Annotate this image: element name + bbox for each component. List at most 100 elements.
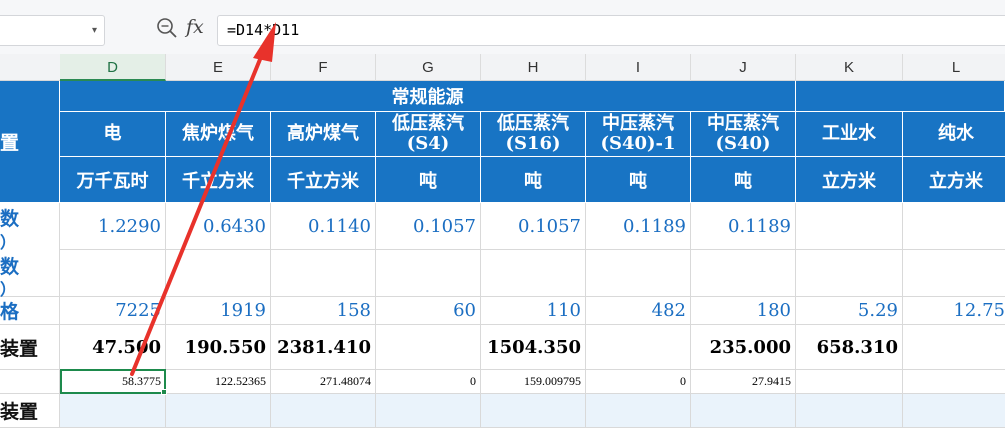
column-header-g[interactable]: G <box>376 54 481 81</box>
header-name-g: 低压蒸汽 (S4) <box>376 112 481 157</box>
empty-cell-i[interactable] <box>586 394 691 428</box>
header-name-line: (S4) <box>406 133 450 154</box>
column-header-k[interactable]: K <box>796 54 903 81</box>
header-name-line: (S16) <box>505 133 561 154</box>
fx-icon[interactable]: fx <box>186 16 204 38</box>
empty-cell-d[interactable] <box>60 394 166 428</box>
header-name-line: (S40) <box>715 133 771 154</box>
price-cell-d[interactable]: 7225 <box>60 297 166 325</box>
row-label-factor-2b: ） <box>0 280 17 299</box>
price-cell-h[interactable]: 110 <box>481 297 586 325</box>
quantity-cell-f[interactable]: 2381.410 <box>271 325 376 370</box>
empty-cell-f[interactable] <box>271 250 376 297</box>
price-cell-l[interactable]: 12.75 <box>903 297 1005 325</box>
formula-input[interactable]: =D14*D11 <box>217 15 1005 46</box>
result-cell-f[interactable]: 271.48074 <box>271 370 376 394</box>
price-cell-f[interactable]: 158 <box>271 297 376 325</box>
price-cell-e[interactable]: 1919 <box>166 297 271 325</box>
quantity-cell-g[interactable] <box>376 325 481 370</box>
factor-cell-h[interactable]: 0.1057 <box>481 203 586 250</box>
empty-cell-l[interactable] <box>903 394 1005 428</box>
row-label-device-qty: 装置 <box>0 325 60 370</box>
empty-cell-k[interactable] <box>796 250 903 297</box>
empty-cell-k[interactable] <box>796 394 903 428</box>
empty-cell-f[interactable] <box>271 394 376 428</box>
row-label-empty <box>0 370 60 394</box>
factor-cell-k[interactable] <box>796 203 903 250</box>
result-cell-e[interactable]: 122.52365 <box>166 370 271 394</box>
quantity-cell-j[interactable]: 235.000 <box>691 325 796 370</box>
factor-cell-j[interactable]: 0.1189 <box>691 203 796 250</box>
header-name-line: 中压蒸汽 <box>602 113 674 134</box>
quantity-cell-i[interactable] <box>586 325 691 370</box>
fill-handle[interactable] <box>161 389 167 395</box>
column-header-l[interactable]: L <box>903 54 1005 81</box>
factor-cell-g[interactable]: 0.1057 <box>376 203 481 250</box>
empty-cell-d[interactable] <box>60 250 166 297</box>
empty-cell-h[interactable] <box>481 250 586 297</box>
column-header-h[interactable]: H <box>481 54 586 81</box>
header-unit-e: 千立方米 <box>166 157 271 203</box>
price-cell-j[interactable]: 180 <box>691 297 796 325</box>
column-header-e[interactable]: E <box>166 54 271 81</box>
column-header-d[interactable]: D <box>60 54 166 81</box>
result-cell-g[interactable]: 0 <box>376 370 481 394</box>
header-unit-g: 吨 <box>376 157 481 203</box>
header-name-h: 低压蒸汽 (S16) <box>481 112 586 157</box>
result-cell-i[interactable]: 0 <box>586 370 691 394</box>
factor-cell-f[interactable]: 0.1140 <box>271 203 376 250</box>
factor-cell-i[interactable]: 0.1189 <box>586 203 691 250</box>
header-unit-l: 立方米 <box>903 157 1005 203</box>
row-label-device-2: 装置 <box>0 394 60 428</box>
empty-cell-e[interactable] <box>166 250 271 297</box>
empty-cell-h[interactable] <box>481 394 586 428</box>
header-name-line: 低压蒸汽 <box>392 113 464 134</box>
quantity-cell-k[interactable]: 658.310 <box>796 325 903 370</box>
factor-cell-l[interactable] <box>903 203 1005 250</box>
header-name-line: 工业水 <box>822 123 876 144</box>
price-cell-g[interactable]: 60 <box>376 297 481 325</box>
chevron-down-icon[interactable]: ▾ <box>92 25 97 36</box>
row-label-factor-1: 数 <box>0 208 20 230</box>
header-unit-j: 吨 <box>691 157 796 203</box>
result-cell-h[interactable]: 159.009795 <box>481 370 586 394</box>
header-name-j: 中压蒸汽 (S40) <box>691 112 796 157</box>
factor-cell-d[interactable]: 1.2290 <box>60 203 166 250</box>
header-name-line: (S40)-1 <box>600 133 676 154</box>
name-box[interactable]: ▾ <box>0 15 105 46</box>
result-cell-k[interactable] <box>796 370 903 394</box>
empty-cell-l[interactable] <box>903 250 1005 297</box>
result-cell-l[interactable] <box>903 370 1005 394</box>
empty-cell-j[interactable] <box>691 394 796 428</box>
price-cell-k[interactable]: 5.29 <box>796 297 903 325</box>
row-label-factor-2: 数 <box>0 256 20 278</box>
price-cell-i[interactable]: 482 <box>586 297 691 325</box>
header-name-f: 高炉煤气 <box>271 112 376 157</box>
column-header-i[interactable]: I <box>586 54 691 81</box>
empty-cell-g[interactable] <box>376 250 481 297</box>
row-label-factor-1b: ） <box>0 233 17 252</box>
zoom-formula-icon[interactable] <box>156 17 178 39</box>
row-label-device: 置 <box>0 131 20 154</box>
group-header-blank <box>796 81 1005 112</box>
header-unit-k: 立方米 <box>796 157 903 203</box>
empty-cell-g[interactable] <box>376 394 481 428</box>
empty-cell-i[interactable] <box>586 250 691 297</box>
column-header-f[interactable]: F <box>271 54 376 81</box>
header-name-line: 低压蒸汽 <box>497 113 569 134</box>
quantity-cell-e[interactable]: 190.550 <box>166 325 271 370</box>
row-label-price: 格 <box>0 297 60 325</box>
active-cell-selection <box>60 369 166 394</box>
factor-cell-e[interactable]: 0.6430 <box>166 203 271 250</box>
header-name-line: 中压蒸汽 <box>707 113 779 134</box>
header-name-l: 纯水 <box>903 112 1005 157</box>
header-name-line: 纯水 <box>938 123 974 144</box>
empty-cell-j[interactable] <box>691 250 796 297</box>
header-name-line: 电 <box>103 123 122 144</box>
column-header-j[interactable]: J <box>691 54 796 81</box>
result-cell-j[interactable]: 27.9415 <box>691 370 796 394</box>
quantity-cell-l[interactable] <box>903 325 1005 370</box>
empty-cell-e[interactable] <box>166 394 271 428</box>
quantity-cell-h[interactable]: 1504.350 <box>481 325 586 370</box>
quantity-cell-d[interactable]: 47.500 <box>60 325 166 370</box>
